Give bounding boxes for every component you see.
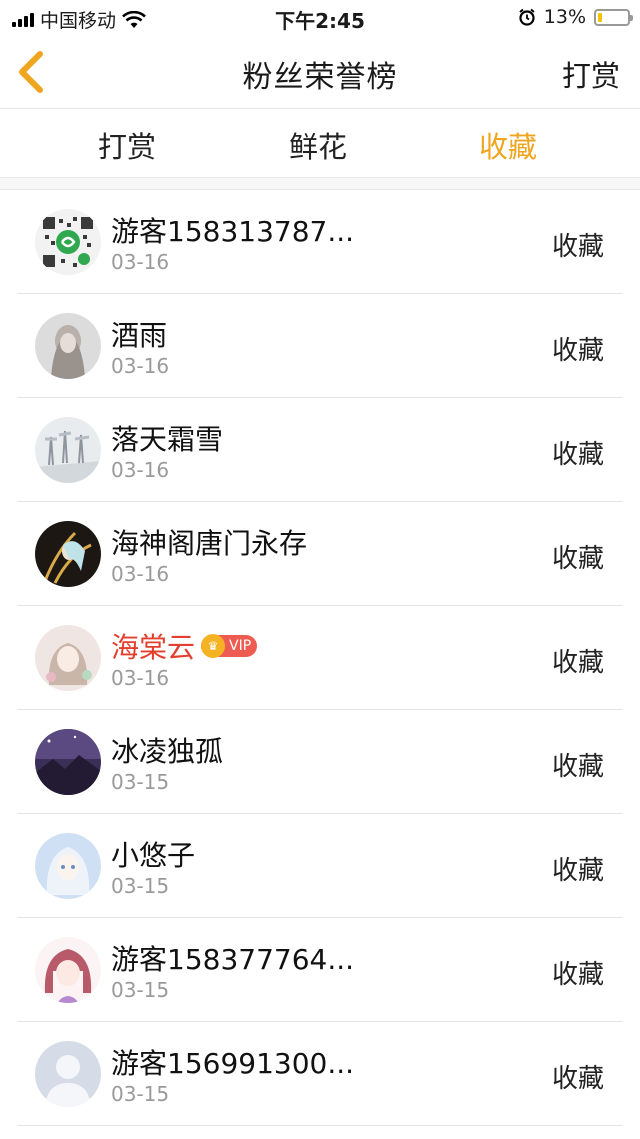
avatar xyxy=(35,209,101,275)
list-item[interactable]: 冰凌独孤 03-15 收藏 xyxy=(18,710,622,814)
fan-name: 游客158377764... xyxy=(111,943,355,976)
fan-date: 03-15 xyxy=(111,1082,170,1106)
fan-date: 03-16 xyxy=(111,250,170,274)
vip-badge: ♛ VIP xyxy=(201,634,258,658)
tab-collect[interactable]: 收藏 xyxy=(479,124,537,166)
battery-fill xyxy=(598,12,602,22)
tab-flowers[interactable]: 鲜花 xyxy=(289,124,347,166)
battery-icon xyxy=(594,8,633,26)
avatar xyxy=(35,521,101,587)
list-item[interactable]: 酒雨 03-16 收藏 xyxy=(18,294,622,398)
fan-action: 收藏 xyxy=(551,960,604,990)
fan-name: 海神阁唐门永存 xyxy=(111,527,308,560)
page-title: 粉丝荣誉榜 xyxy=(242,60,398,95)
fan-action: 收藏 xyxy=(551,1064,604,1094)
reward-button[interactable]: 打赏 xyxy=(562,53,620,95)
avatar xyxy=(35,729,101,795)
list-item[interactable]: 落天霜雪 03-16 收藏 xyxy=(18,398,622,502)
fan-action: 收藏 xyxy=(551,232,604,262)
avatar xyxy=(35,313,101,379)
fan-action: 收藏 xyxy=(551,440,604,470)
list-item[interactable]: 海棠云 ♛ VIP 03-16 收藏 xyxy=(18,606,622,710)
tab-bar: 打赏 鲜花 收藏 xyxy=(0,109,640,178)
fan-name: 酒雨 xyxy=(111,319,168,352)
crown-icon: ♛ xyxy=(201,634,226,658)
fan-action: 收藏 xyxy=(551,752,604,782)
alarm-icon xyxy=(519,8,535,26)
avatar xyxy=(35,1041,101,1107)
battery-percent: 13% xyxy=(543,6,586,28)
avatar xyxy=(35,833,101,899)
avatar xyxy=(35,625,101,691)
fan-action: 收藏 xyxy=(551,544,604,574)
fan-name: 落天霜雪 xyxy=(111,423,224,456)
list-divider xyxy=(0,178,640,190)
fan-date: 03-15 xyxy=(111,978,170,1002)
fan-name: 海棠云 ♛ VIP xyxy=(111,626,258,666)
fan-action: 收藏 xyxy=(551,336,604,366)
tab-reward[interactable]: 打赏 xyxy=(98,124,156,166)
fan-name: 小悠子 xyxy=(111,839,196,872)
list-item[interactable]: 游客156991300... 03-15 收藏 xyxy=(18,1022,622,1126)
fan-list: 游客158313787... 03-16 收藏 酒雨 03-16 收藏 落天霜雪… xyxy=(18,190,622,1126)
list-item[interactable]: 游客158377764... 03-15 收藏 xyxy=(18,918,622,1022)
list-item[interactable]: 小悠子 03-15 收藏 xyxy=(18,814,622,918)
avatar xyxy=(35,417,101,483)
avatar xyxy=(35,937,101,1003)
fan-name: 游客156991300... xyxy=(111,1047,355,1080)
nav-bar: 粉丝荣誉榜 打赏 xyxy=(0,36,640,109)
fan-date: 03-16 xyxy=(111,562,170,586)
fan-date: 03-16 xyxy=(111,666,170,690)
fan-name: 冰凌独孤 xyxy=(111,735,224,768)
list-item[interactable]: 游客158313787... 03-16 收藏 xyxy=(18,190,622,294)
fan-date: 03-15 xyxy=(111,874,170,898)
fan-date: 03-16 xyxy=(111,354,170,378)
fan-name: 游客158313787... xyxy=(111,215,355,248)
fan-action: 收藏 xyxy=(551,856,604,886)
list-item[interactable]: 海神阁唐门永存 03-16 收藏 xyxy=(18,502,622,606)
status-bar: 中国移动 下午2:45 13% xyxy=(0,0,640,36)
vip-label: VIP xyxy=(229,638,252,654)
fan-name-text: 海棠云 xyxy=(111,631,196,664)
fan-action: 收藏 xyxy=(551,648,604,678)
fan-date: 03-15 xyxy=(111,770,170,794)
status-right: 13% xyxy=(518,6,633,28)
fan-date: 03-16 xyxy=(111,458,170,482)
